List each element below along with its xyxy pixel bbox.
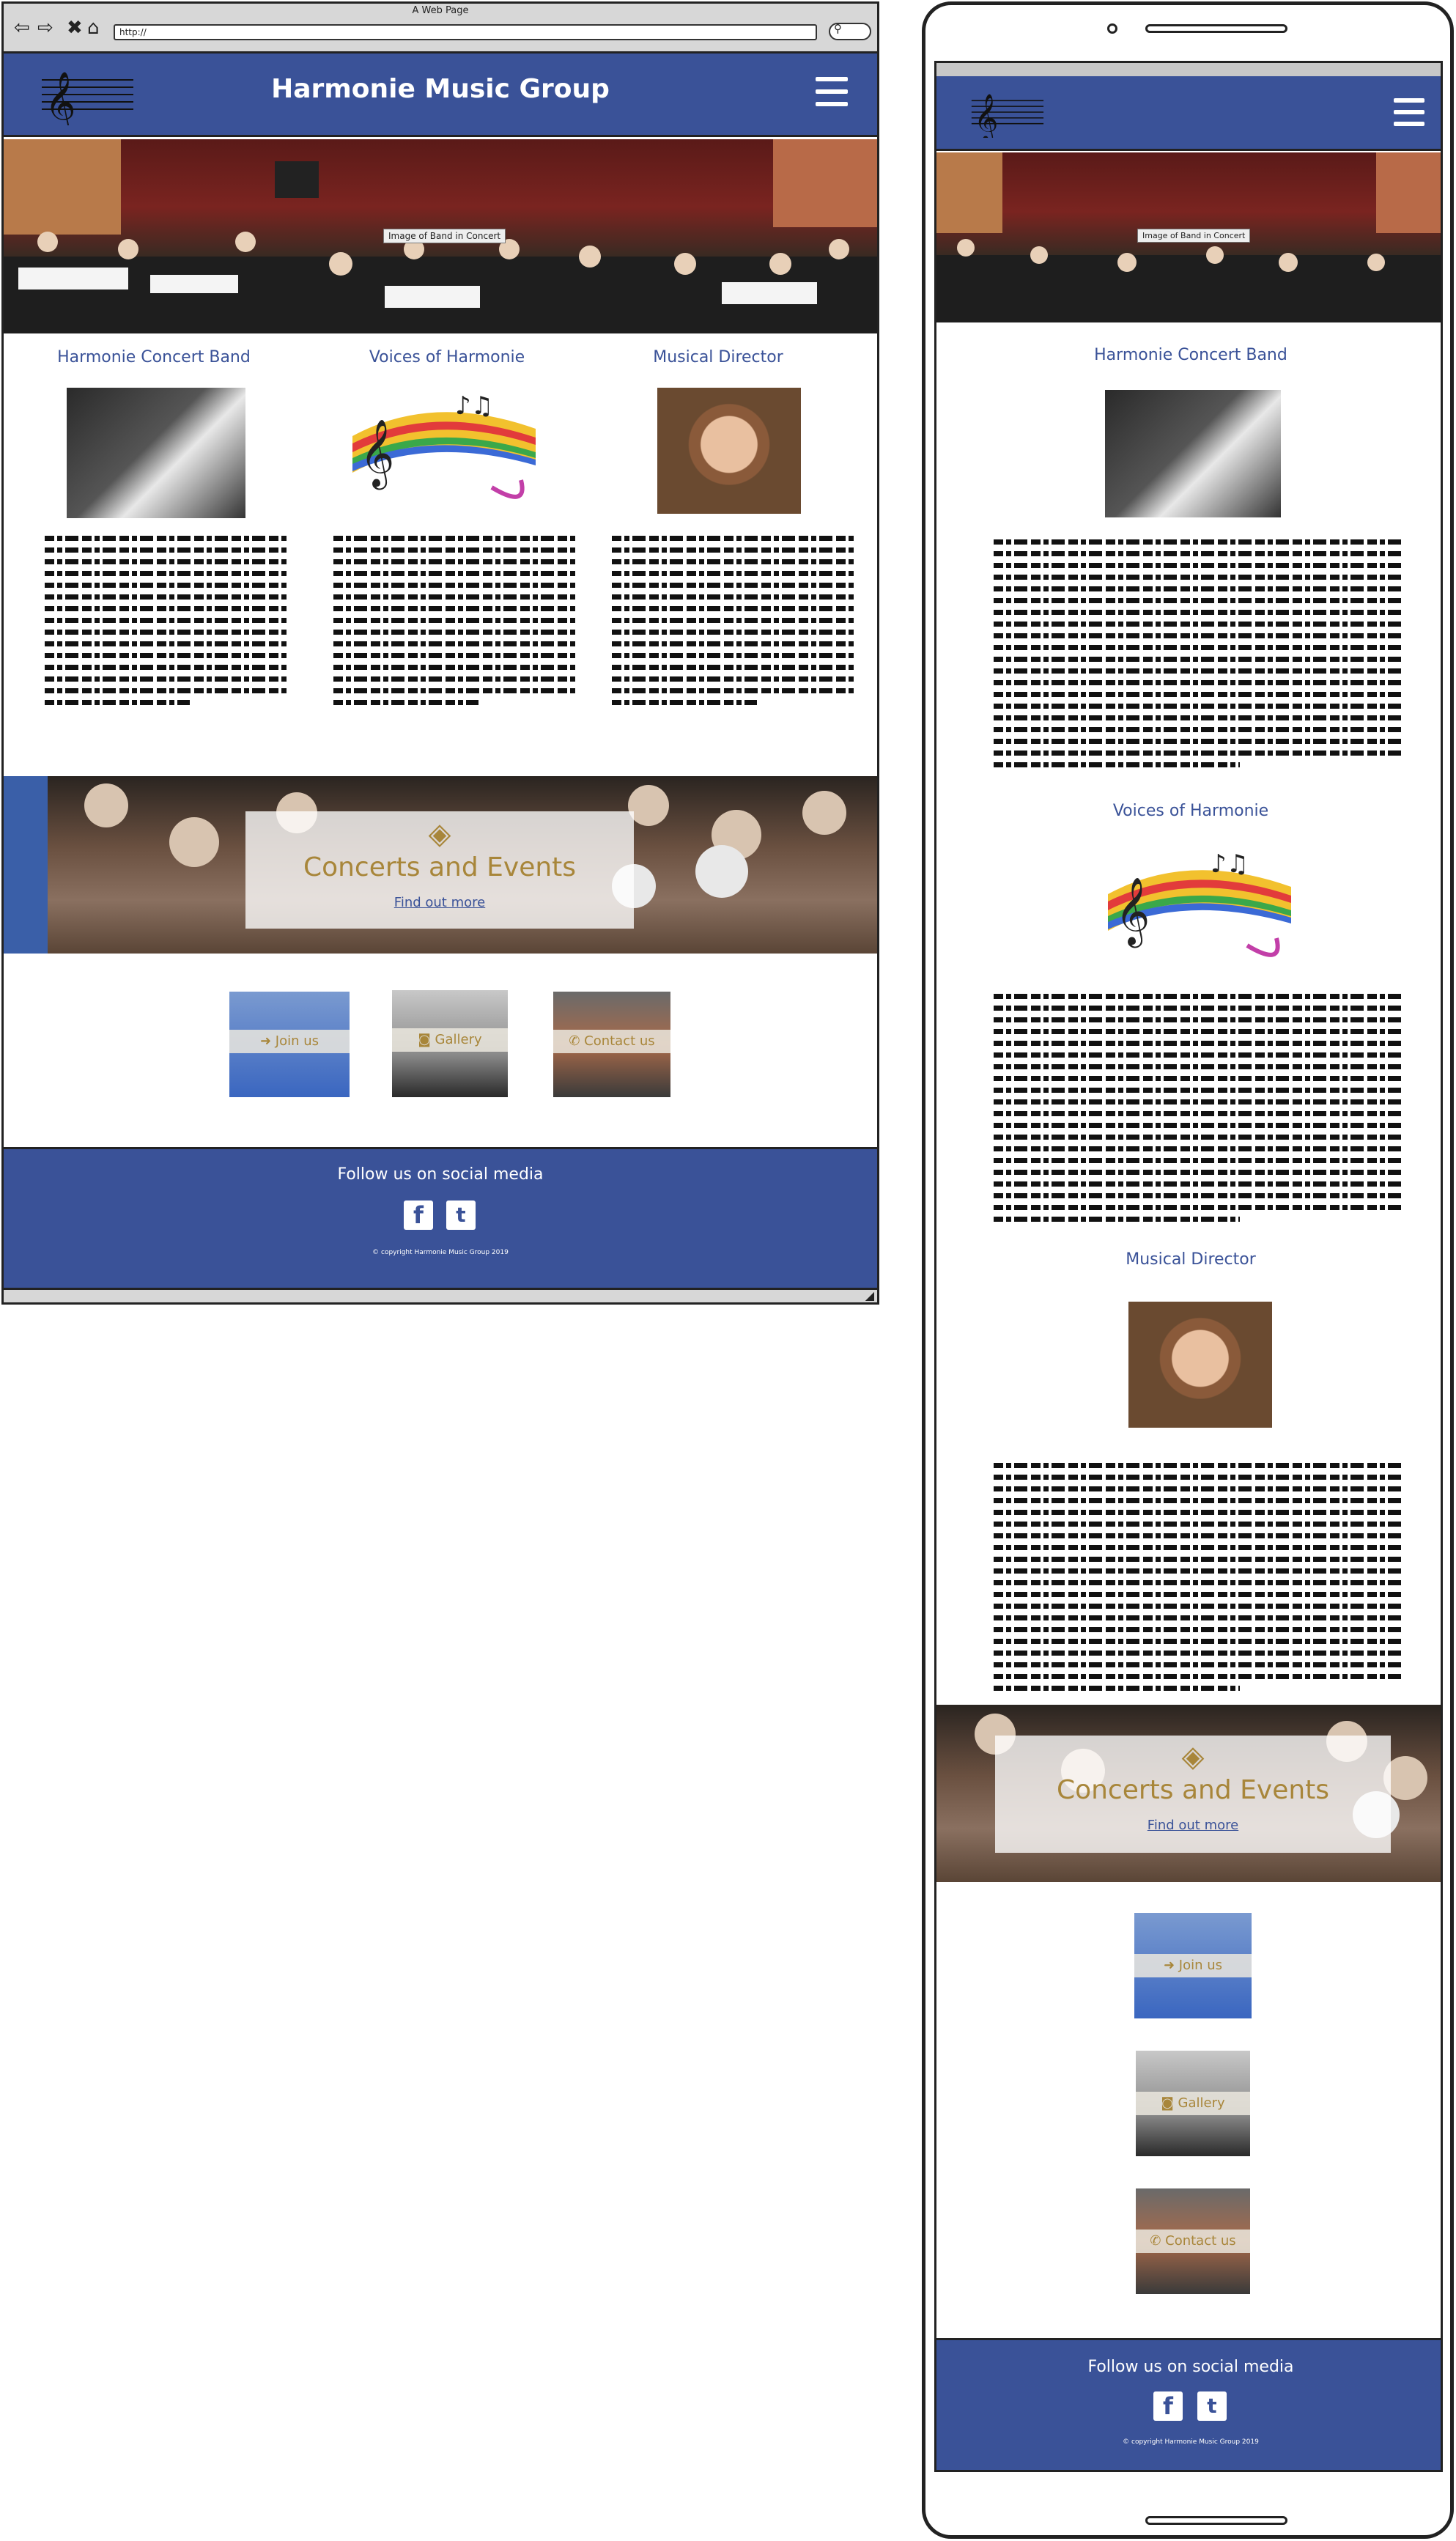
mobile-title-voices[interactable]: Voices of Harmonie: [936, 802, 1441, 820]
mobile-ticket-icon: ◈: [1181, 1740, 1205, 1774]
hero-band-photo: Image of Band in Concert: [4, 139, 877, 333]
contact-us-label: Contact us: [584, 1033, 655, 1049]
mobile-rainbow-music-notes-graphic: 𝄞 ♪♫: [1108, 849, 1291, 957]
concert-band-body-text: [45, 536, 287, 748]
footer-heading: Follow us on social media: [337, 1165, 544, 1184]
phone-home-bar: [1145, 2516, 1287, 2525]
phone-camera: [1107, 23, 1117, 34]
mobile-gallery-label: Gallery: [1178, 2095, 1225, 2111]
camera-icon: ◙: [418, 1032, 435, 1047]
mobile-footer-heading: Follow us on social media: [1087, 2358, 1294, 2376]
desktop-browser-mockup: A Web Page ⇦ ⇨ ✖ ⌂ http:// ⚲ 𝄞 Harmonie …: [1, 1, 879, 1305]
gallery-label: Gallery: [435, 1032, 482, 1047]
mobile-phone-mockup: 𝄞 Image of Band in Concert Harmonie Conc…: [922, 1, 1454, 2539]
mobile-gallery-tile[interactable]: ◙ Gallery: [1136, 2051, 1250, 2156]
mobile-title-concert-band[interactable]: Harmonie Concert Band: [936, 346, 1441, 364]
contact-us-tile[interactable]: ✆ Contact us: [553, 992, 670, 1097]
mobile-events-audience-photo: ◈ Concerts and Events Find out more: [936, 1705, 1441, 1882]
search-field[interactable]: ⚲: [829, 22, 871, 40]
close-x-icon[interactable]: ✖: [67, 17, 83, 39]
svg-text:♪♫: ♪♫: [455, 391, 493, 421]
mobile-director-portrait-photo: [1128, 1302, 1272, 1428]
mobile-hero-caption: Image of Band in Concert: [1137, 229, 1251, 243]
window-title: A Web Page: [412, 5, 469, 16]
mobile-join-us-label: Join us: [1178, 1958, 1223, 1973]
phone-speaker: [1145, 24, 1287, 33]
mobile-copyright-text: © copyright Harmonie Music Group 2019: [1123, 2438, 1259, 2446]
events-title: Concerts and Events: [303, 852, 577, 882]
search-icon: ⚲: [834, 22, 842, 35]
voices-body-text: [333, 536, 575, 748]
events-audience-photo: ◈ Concerts and Events Find out more: [4, 776, 877, 954]
sign-in-icon: ➜: [259, 1033, 276, 1049]
gallery-tile[interactable]: ◙ Gallery: [392, 990, 508, 1097]
mobile-director-body-text: [994, 1463, 1404, 1727]
mobile-phone-icon: ✆: [1150, 2233, 1166, 2249]
mobile-concert-band-photo: [1105, 390, 1281, 517]
mobile-sign-in-icon: ➜: [1163, 1958, 1179, 1973]
mobile-events-title: Concerts and Events: [1056, 1775, 1330, 1805]
facebook-icon[interactable]: f: [404, 1201, 433, 1230]
mobile-contact-us-label: Contact us: [1165, 2233, 1236, 2249]
hero-caption: Image of Band in Concert: [383, 229, 506, 243]
concert-band-photo: [67, 388, 245, 518]
browser-status-bar: ◢: [4, 1288, 877, 1302]
forward-arrow-icon[interactable]: ⇨: [37, 17, 53, 39]
join-us-tile[interactable]: ➜ Join us: [229, 992, 350, 1097]
find-out-more-link[interactable]: Find out more: [394, 895, 485, 910]
back-arrow-icon[interactable]: ⇦: [14, 17, 30, 39]
site-header: 𝄞 Harmonie Music Group: [4, 54, 877, 137]
rainbow-music-notes-graphic: 𝄞 ♪♫: [352, 391, 536, 499]
hamburger-menu-icon[interactable]: [816, 77, 848, 106]
mobile-site-footer: Follow us on social media f t © copyrigh…: [936, 2338, 1441, 2470]
svg-text:𝄞: 𝄞: [1115, 877, 1150, 948]
mobile-treble-clef-logo-icon[interactable]: 𝄞: [966, 86, 1046, 138]
url-bar[interactable]: http://: [114, 24, 817, 40]
mobile-contact-us-tile[interactable]: ✆ Contact us: [1136, 2188, 1250, 2294]
copyright-text: © copyright Harmonie Music Group 2019: [372, 1249, 509, 1256]
site-footer: Follow us on social media f t © copyrigh…: [4, 1147, 877, 1288]
director-portrait-photo: [657, 388, 801, 514]
twitter-icon[interactable]: t: [446, 1201, 476, 1230]
phone-icon: ✆: [569, 1033, 585, 1049]
svg-text:𝄞: 𝄞: [974, 94, 998, 138]
mobile-voices-body-text: [994, 994, 1404, 1258]
svg-text:𝄞: 𝄞: [360, 418, 394, 490]
phone-status-bar: [936, 63, 1441, 76]
column-title-director[interactable]: Musical Director: [597, 348, 839, 366]
column-title-concert-band[interactable]: Harmonie Concert Band: [33, 348, 275, 366]
mobile-find-out-more-link[interactable]: Find out more: [1148, 1818, 1238, 1833]
phone-screen: 𝄞 Image of Band in Concert Harmonie Conc…: [934, 61, 1443, 2472]
column-title-voices[interactable]: Voices of Harmonie: [326, 348, 568, 366]
mobile-hamburger-menu-icon[interactable]: [1394, 98, 1424, 126]
mobile-events-panel: ◈ Concerts and Events Find out more: [995, 1736, 1391, 1853]
browser-chrome: A Web Page ⇦ ⇨ ✖ ⌂ http:// ⚲: [4, 4, 877, 54]
mobile-join-us-tile[interactable]: ➜ Join us: [1134, 1913, 1252, 2018]
mobile-site-header: 𝄞: [936, 76, 1441, 151]
mobile-hero-band-photo: Image of Band in Concert: [936, 152, 1441, 322]
resize-grip-icon[interactable]: ◢: [865, 1288, 874, 1302]
mobile-facebook-icon[interactable]: f: [1153, 2391, 1183, 2421]
join-us-label: Join us: [275, 1033, 319, 1049]
events-panel: ◈ Concerts and Events Find out more: [245, 811, 634, 929]
mobile-title-director[interactable]: Musical Director: [936, 1250, 1441, 1269]
home-icon[interactable]: ⌂: [87, 17, 100, 39]
mobile-twitter-icon[interactable]: t: [1197, 2391, 1227, 2421]
director-body-text: [612, 536, 854, 748]
ticket-icon: ◈: [428, 817, 451, 851]
mobile-concert-band-body-text: [994, 539, 1404, 803]
svg-text:♪♫: ♪♫: [1211, 849, 1249, 879]
site-title: Harmonie Music Group: [271, 74, 610, 104]
mobile-camera-icon: ◙: [1161, 2095, 1178, 2111]
